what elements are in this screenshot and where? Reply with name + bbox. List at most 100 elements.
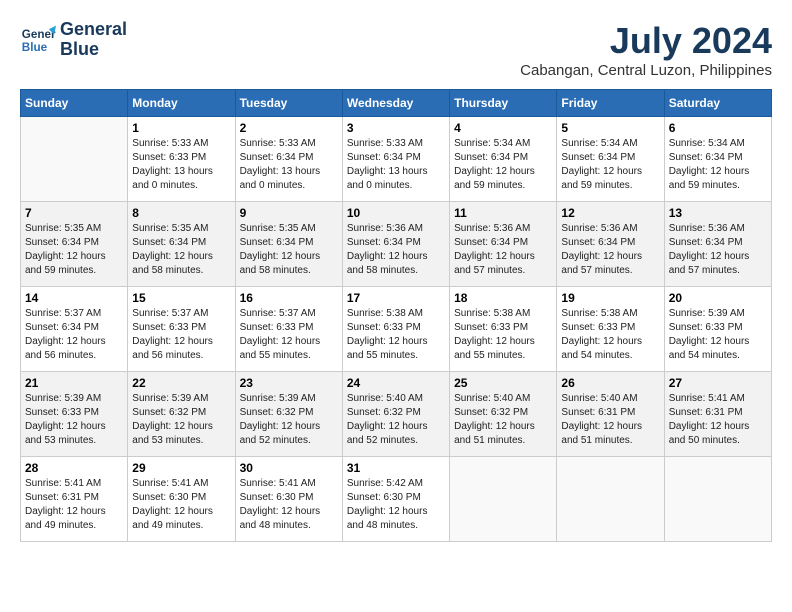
day-info: Sunrise: 5:36 AMSunset: 6:34 PMDaylight:… [561,222,659,278]
calendar-week-row: 28 Sunrise: 5:41 AMSunset: 6:31 PMDayligh… [21,457,772,542]
day-info: Sunrise: 5:39 AMSunset: 6:33 PMDaylight:… [669,307,767,363]
day-info: Sunrise: 5:35 AMSunset: 6:34 PMDaylight:… [25,222,123,278]
day-info: Sunrise: 5:40 AMSunset: 6:31 PMDaylight:… [561,392,659,448]
logo-text: General Blue [60,20,127,60]
day-info: Sunrise: 5:37 AMSunset: 6:34 PMDaylight:… [25,307,123,363]
day-number: 24 [347,376,445,390]
weekday-header-tuesday: Tuesday [235,90,342,117]
calendar-cell: 7 Sunrise: 5:35 AMSunset: 6:34 PMDaylight… [21,202,128,287]
day-number: 14 [25,291,123,305]
calendar-cell: 10 Sunrise: 5:36 AMSunset: 6:34 PMDayligh… [342,202,449,287]
day-info: Sunrise: 5:39 AMSunset: 6:32 PMDaylight:… [132,392,230,448]
calendar-cell: 9 Sunrise: 5:35 AMSunset: 6:34 PMDaylight… [235,202,342,287]
calendar-cell: 5 Sunrise: 5:34 AMSunset: 6:34 PMDaylight… [557,117,664,202]
day-info: Sunrise: 5:42 AMSunset: 6:30 PMDaylight:… [347,477,445,533]
month-year-title: July 2024 [520,20,772,62]
calendar-table: SundayMondayTuesdayWednesdayThursdayFrid… [20,89,772,542]
day-number: 13 [669,206,767,220]
day-number: 27 [669,376,767,390]
day-info: Sunrise: 5:33 AMSunset: 6:34 PMDaylight:… [347,137,445,193]
day-info: Sunrise: 5:34 AMSunset: 6:34 PMDaylight:… [454,137,552,193]
day-number: 4 [454,121,552,135]
day-info: Sunrise: 5:37 AMSunset: 6:33 PMDaylight:… [132,307,230,363]
day-info: Sunrise: 5:41 AMSunset: 6:30 PMDaylight:… [132,477,230,533]
day-number: 29 [132,461,230,475]
day-number: 18 [454,291,552,305]
page-header: General Blue General Blue July 2024 Caba… [20,20,772,79]
weekday-header-thursday: Thursday [450,90,557,117]
logo-icon: General Blue [20,22,56,58]
calendar-cell: 29 Sunrise: 5:41 AMSunset: 6:30 PMDayligh… [128,457,235,542]
day-info: Sunrise: 5:38 AMSunset: 6:33 PMDaylight:… [561,307,659,363]
weekday-header-saturday: Saturday [664,90,771,117]
calendar-week-row: 14 Sunrise: 5:37 AMSunset: 6:34 PMDayligh… [21,287,772,372]
day-info: Sunrise: 5:34 AMSunset: 6:34 PMDaylight:… [669,137,767,193]
calendar-cell: 21Sunrise: 5:39 AMSunset: 6:33 PMDayligh… [21,372,128,457]
calendar-cell: 11 Sunrise: 5:36 AMSunset: 6:34 PMDayligh… [450,202,557,287]
calendar-week-row: 7 Sunrise: 5:35 AMSunset: 6:34 PMDaylight… [21,202,772,287]
day-info: Sunrise: 5:36 AMSunset: 6:34 PMDaylight:… [454,222,552,278]
calendar-cell: 19 Sunrise: 5:38 AMSunset: 6:33 PMDayligh… [557,287,664,372]
day-number: 19 [561,291,659,305]
day-info: Sunrise: 5:35 AMSunset: 6:34 PMDaylight:… [132,222,230,278]
day-number: 3 [347,121,445,135]
day-info: Sunrise: 5:41 AMSunset: 6:30 PMDaylight:… [240,477,338,533]
svg-text:Blue: Blue [22,41,48,54]
day-number: 9 [240,206,338,220]
day-info: Sunrise: 5:38 AMSunset: 6:33 PMDaylight:… [454,307,552,363]
weekday-header-monday: Monday [128,90,235,117]
calendar-cell: 31 Sunrise: 5:42 AMSunset: 6:30 PMDayligh… [342,457,449,542]
day-number: 6 [669,121,767,135]
weekday-header-friday: Friday [557,90,664,117]
calendar-cell: 13 Sunrise: 5:36 AMSunset: 6:34 PMDayligh… [664,202,771,287]
day-info: Sunrise: 5:36 AMSunset: 6:34 PMDaylight:… [347,222,445,278]
calendar-header: SundayMondayTuesdayWednesdayThursdayFrid… [21,90,772,117]
day-number: 25 [454,376,552,390]
calendar-cell: 26 Sunrise: 5:40 AMSunset: 6:31 PMDayligh… [557,372,664,457]
day-number: 21 [25,376,123,390]
day-number: 30 [240,461,338,475]
calendar-cell: 8 Sunrise: 5:35 AMSunset: 6:34 PMDaylight… [128,202,235,287]
weekday-header-wednesday: Wednesday [342,90,449,117]
day-number: 10 [347,206,445,220]
location-subtitle: Cabangan, Central Luzon, Philippines [520,62,772,79]
title-block: July 2024 Cabangan, Central Luzon, Phili… [520,20,772,79]
calendar-cell: 18 Sunrise: 5:38 AMSunset: 6:33 PMDayligh… [450,287,557,372]
day-number: 28 [25,461,123,475]
calendar-cell: 20 Sunrise: 5:39 AMSunset: 6:33 PMDayligh… [664,287,771,372]
day-info: Sunrise: 5:34 AMSunset: 6:34 PMDaylight:… [561,137,659,193]
calendar-cell [664,457,771,542]
calendar-cell: 4 Sunrise: 5:34 AMSunset: 6:34 PMDaylight… [450,117,557,202]
day-info: Sunrise: 5:36 AMSunset: 6:34 PMDaylight:… [669,222,767,278]
calendar-cell: 16Sunrise: 5:37 AMSunset: 6:33 PMDayligh… [235,287,342,372]
day-info: Sunrise: 5:41 AMSunset: 6:31 PMDaylight:… [669,392,767,448]
day-number: 7 [25,206,123,220]
calendar-cell: 30 Sunrise: 5:41 AMSunset: 6:30 PMDayligh… [235,457,342,542]
day-number: 2 [240,121,338,135]
day-number: 26 [561,376,659,390]
calendar-cell: 28 Sunrise: 5:41 AMSunset: 6:31 PMDayligh… [21,457,128,542]
day-number: 16 [240,291,338,305]
calendar-cell [450,457,557,542]
day-number: 11 [454,206,552,220]
day-info: Sunrise: 5:39 AMSunset: 6:32 PMDaylight:… [240,392,338,448]
day-number: 8 [132,206,230,220]
calendar-cell: 27 Sunrise: 5:41 AMSunset: 6:31 PMDayligh… [664,372,771,457]
calendar-cell [21,117,128,202]
day-info: Sunrise: 5:41 AMSunset: 6:31 PMDaylight:… [25,477,123,533]
day-info: Sunrise: 5:40 AMSunset: 6:32 PMDaylight:… [454,392,552,448]
day-info: Sunrise: 5:38 AMSunset: 6:33 PMDaylight:… [347,307,445,363]
day-number: 5 [561,121,659,135]
calendar-cell: 24 Sunrise: 5:40 AMSunset: 6:32 PMDayligh… [342,372,449,457]
day-info: Sunrise: 5:33 AMSunset: 6:34 PMDaylight:… [240,137,338,193]
calendar-cell: 14 Sunrise: 5:37 AMSunset: 6:34 PMDayligh… [21,287,128,372]
day-info: Sunrise: 5:35 AMSunset: 6:34 PMDaylight:… [240,222,338,278]
day-info: Sunrise: 5:40 AMSunset: 6:32 PMDaylight:… [347,392,445,448]
calendar-week-row: 21Sunrise: 5:39 AMSunset: 6:33 PMDayligh… [21,372,772,457]
day-number: 31 [347,461,445,475]
calendar-body: 1Sunrise: 5:33 AMSunset: 6:33 PMDaylight… [21,117,772,542]
day-number: 15 [132,291,230,305]
weekday-row: SundayMondayTuesdayWednesdayThursdayFrid… [21,90,772,117]
calendar-cell: 15 Sunrise: 5:37 AMSunset: 6:33 PMDayligh… [128,287,235,372]
day-number: 20 [669,291,767,305]
